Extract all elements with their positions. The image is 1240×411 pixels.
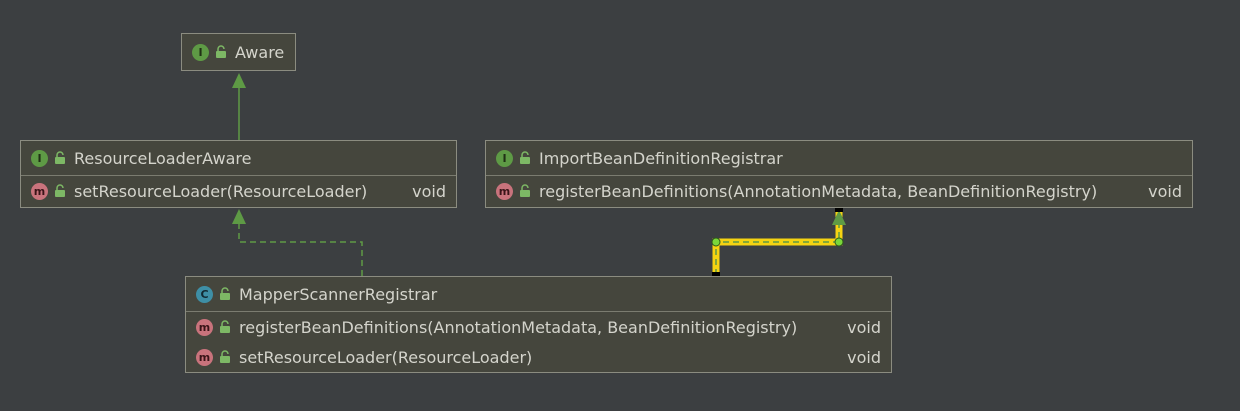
node-header: C MapperScannerRegistrar xyxy=(186,277,891,312)
method-signature: registerBeanDefinitions(AnnotationMetada… xyxy=(239,317,798,337)
public-lock-icon xyxy=(220,320,230,333)
node-mapperscannerregistrar[interactable]: C MapperScannerRegistrar m registerBeanD… xyxy=(185,276,892,373)
interface-icon: I xyxy=(31,149,48,167)
public-lock-icon xyxy=(216,45,226,58)
public-lock-icon xyxy=(220,350,230,363)
method-return-type: void xyxy=(412,181,446,201)
method-return-type: void xyxy=(847,317,881,337)
method-signature: registerBeanDefinitions(AnnotationMetada… xyxy=(539,181,1098,201)
interface-icon: I xyxy=(192,43,209,61)
method-row[interactable]: m setResourceLoader(ResourceLoader) void xyxy=(21,176,456,206)
edge-bend-handle[interactable] xyxy=(711,237,721,247)
method-signature: setResourceLoader(ResourceLoader) xyxy=(74,181,368,201)
node-resourceloaderaware[interactable]: I ResourceLoaderAware m setResourceLoade… xyxy=(20,140,457,208)
method-row[interactable]: m registerBeanDefinitions(AnnotationMeta… xyxy=(186,312,891,342)
method-icon: m xyxy=(31,182,48,200)
public-lock-icon xyxy=(520,151,530,164)
method-row[interactable]: m setResourceLoader(ResourceLoader) void xyxy=(186,342,891,372)
node-header: I ImportBeanDefinitionRegistrar xyxy=(486,141,1192,176)
node-title: MapperScannerRegistrar xyxy=(239,284,438,304)
node-header: I Aware xyxy=(182,34,295,70)
public-lock-icon xyxy=(520,184,530,197)
class-icon: C xyxy=(196,285,213,303)
implements-edge-mapperscanner-resourceloaderaware[interactable] xyxy=(232,209,363,276)
node-title: Aware xyxy=(235,42,285,62)
public-lock-icon xyxy=(55,151,65,164)
public-lock-icon xyxy=(220,287,230,300)
method-icon: m xyxy=(196,348,213,366)
public-lock-icon xyxy=(55,184,65,197)
node-importbeandefinitionregistrar[interactable]: I ImportBeanDefinitionRegistrar m regist… xyxy=(485,140,1193,208)
edge-bend-handle[interactable] xyxy=(834,237,844,247)
method-icon: m xyxy=(196,318,213,336)
extends-edge-resourceloaderaware-aware[interactable] xyxy=(232,73,246,140)
method-icon: m xyxy=(496,182,513,200)
method-row[interactable]: m registerBeanDefinitions(AnnotationMeta… xyxy=(486,176,1192,206)
method-signature: setResourceLoader(ResourceLoader) xyxy=(239,347,533,367)
node-aware[interactable]: I Aware xyxy=(181,33,296,71)
node-title: ImportBeanDefinitionRegistrar xyxy=(539,148,783,168)
node-title: ResourceLoaderAware xyxy=(74,148,252,168)
method-return-type: void xyxy=(847,347,881,367)
interface-icon: I xyxy=(496,149,513,167)
method-return-type: void xyxy=(1148,181,1182,201)
node-header: I ResourceLoaderAware xyxy=(21,141,456,176)
implements-edge-mapperscanner-importbeandefinitionregistrar[interactable] xyxy=(711,204,846,280)
